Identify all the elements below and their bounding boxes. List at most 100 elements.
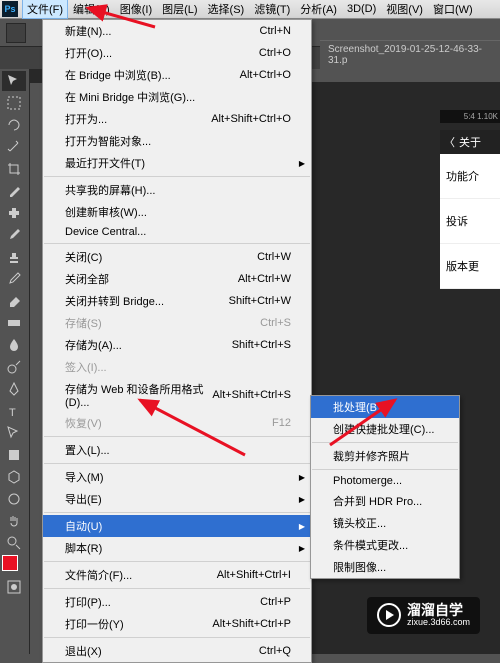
camera-tool-icon[interactable] [2, 489, 26, 509]
menu-item-label: 自动(U) [65, 518, 102, 534]
menu-item-label: 最近打开文件(T) [65, 155, 145, 171]
menu-item-14[interactable]: 关闭并转到 Bridge...Shift+Ctrl+W [43, 290, 311, 312]
svg-text:T: T [9, 407, 16, 419]
menu-item-label: 签入(I)... [65, 359, 107, 375]
menu-item-label: 关闭全部 [65, 271, 109, 287]
menu-item-9[interactable]: 创建新审核(W)... [43, 201, 311, 223]
submenu-item-label: 批处理(B)... [333, 399, 390, 415]
menu-item-18[interactable]: 存储为 Web 和设备所用格式(D)...Alt+Shift+Ctrl+S [43, 378, 311, 412]
submenu-arrow-icon: ▶ [299, 522, 305, 531]
type-tool-icon[interactable]: T [2, 401, 26, 421]
menu-item-label: 关闭并转到 Bridge... [65, 293, 164, 309]
menu-item-34[interactable]: 退出(X)Ctrl+Q [43, 640, 311, 662]
menu-item-1[interactable]: 打开(O)...Ctrl+O [43, 42, 311, 64]
submenu-item-6[interactable]: 合并到 HDR Pro... [311, 490, 459, 512]
menu-item-12[interactable]: 关闭(C)Ctrl+W [43, 246, 311, 268]
menu-item-4[interactable]: 打开为...Alt+Shift+Ctrl+O [43, 108, 311, 130]
menu-item-shortcut: Alt+Ctrl+O [240, 69, 291, 81]
heal-tool-icon[interactable] [2, 203, 26, 223]
menu-item-23[interactable]: 导入(M)▶ [43, 466, 311, 488]
menu-item-3[interactable]: 在 Mini Bridge 中浏览(G)... [43, 86, 311, 108]
menu-item-label: 脚本(R) [65, 540, 102, 556]
menu-3d[interactable]: 3D(D) [342, 1, 381, 17]
blur-tool-icon[interactable] [2, 335, 26, 355]
submenu-item-label: Photomerge... [333, 475, 402, 487]
menu-item-label: 存储为(A)... [65, 337, 122, 353]
brush-tool-icon[interactable] [2, 225, 26, 245]
menu-item-15[interactable]: 存储(S)Ctrl+S [43, 312, 311, 334]
pen-tool-icon[interactable] [2, 379, 26, 399]
menu-select[interactable]: 选择(S) [203, 0, 250, 19]
hand-tool-icon[interactable] [2, 511, 26, 531]
menu-item-label: 存储(S) [65, 315, 102, 331]
stamp-tool-icon[interactable] [2, 247, 26, 267]
menu-item-19[interactable]: 恢复(V)F12 [43, 412, 311, 434]
ps-logo: Ps [2, 1, 18, 17]
menu-window[interactable]: 窗口(W) [428, 0, 478, 19]
3d-tool-icon[interactable] [2, 467, 26, 487]
menu-item-21[interactable]: 置入(L)... [43, 439, 311, 461]
move-tool-icon[interactable] [2, 71, 26, 91]
submenu-item-1[interactable]: 创建快捷批处理(C)... [311, 418, 459, 440]
tool-preset-icon[interactable] [6, 23, 26, 43]
submenu-item-5[interactable]: Photomerge... [311, 472, 459, 490]
menu-item-0[interactable]: 新建(N)...Ctrl+N [43, 20, 311, 42]
wand-tool-icon[interactable] [2, 137, 26, 157]
dodge-tool-icon[interactable] [2, 357, 26, 377]
eyedropper-tool-icon[interactable] [2, 181, 26, 201]
phone-header[interactable]: 〈 关于 [440, 130, 500, 154]
menu-image[interactable]: 图像(I) [115, 0, 157, 19]
back-icon[interactable]: 〈 [444, 134, 455, 150]
lasso-tool-icon[interactable] [2, 115, 26, 135]
submenu-arrow-icon: ▶ [299, 544, 305, 553]
phone-item-1[interactable]: 功能介 [440, 154, 500, 199]
menu-item-label: 共享我的屏幕(H)... [65, 182, 155, 198]
submenu-item-9[interactable]: 限制图像... [311, 556, 459, 578]
menu-item-31[interactable]: 打印(P)...Ctrl+P [43, 591, 311, 613]
menu-view[interactable]: 视图(V) [381, 0, 428, 19]
gradient-tool-icon[interactable] [2, 313, 26, 333]
submenu-item-8[interactable]: 条件模式更改... [311, 534, 459, 556]
crop-tool-icon[interactable] [2, 159, 26, 179]
menu-edit[interactable]: 编辑(E) [68, 0, 115, 19]
menu-file[interactable]: 文件(F) [22, 0, 68, 19]
menu-item-27[interactable]: 脚本(R) ▶ [43, 537, 311, 559]
menu-item-26[interactable]: 自动(U) ▶ [43, 515, 311, 537]
submenu-item-0[interactable]: 批处理(B)... [311, 396, 459, 418]
watermark: 溜溜自学 zixue.3d66.com [367, 597, 480, 634]
menu-item-29[interactable]: 文件简介(F)...Alt+Shift+Ctrl+I [43, 564, 311, 586]
submenu-item-7[interactable]: 镜头校正... [311, 512, 459, 534]
menu-item-5[interactable]: 打开为智能对象... [43, 130, 311, 152]
menu-item-10[interactable]: Device Central... [43, 223, 311, 241]
shape-tool-icon[interactable] [2, 445, 26, 465]
watermark-url: zixue.3d66.com [407, 618, 470, 628]
eraser-tool-icon[interactable] [2, 291, 26, 311]
menu-item-24[interactable]: 导出(E)▶ [43, 488, 311, 510]
menu-item-shortcut: Alt+Shift+Ctrl+P [212, 618, 291, 630]
color-swatch[interactable] [2, 555, 26, 575]
menu-analysis[interactable]: 分析(A) [295, 0, 342, 19]
menu-item-13[interactable]: 关闭全部 Alt+Ctrl+W [43, 268, 311, 290]
marquee-tool-icon[interactable] [2, 93, 26, 113]
history-brush-icon[interactable] [2, 269, 26, 289]
menu-item-16[interactable]: 存储为(A)...Shift+Ctrl+S [43, 334, 311, 356]
phone-item-3[interactable]: 版本更 [440, 244, 500, 289]
menu-item-shortcut: Alt+Shift+Ctrl+S [212, 389, 291, 401]
menu-layer[interactable]: 图层(L) [157, 0, 202, 19]
menu-item-17[interactable]: 签入(I)... [43, 356, 311, 378]
menu-item-shortcut: F12 [272, 417, 291, 429]
quick-mask-icon[interactable] [2, 577, 26, 597]
submenu-item-3[interactable]: 裁剪并修齐照片 [311, 445, 459, 467]
menu-item-6[interactable]: 最近打开文件(T)▶ [43, 152, 311, 174]
zoom-tool-icon[interactable] [2, 533, 26, 553]
menu-item-label: 导入(M) [65, 469, 104, 485]
menu-item-2[interactable]: 在 Bridge 中浏览(B)...Alt+Ctrl+O [43, 64, 311, 86]
path-tool-icon[interactable] [2, 423, 26, 443]
menu-item-label: 打开(O)... [65, 45, 112, 61]
document-tab[interactable]: Screenshot_2019-01-25-12-46-33-31.p [320, 40, 500, 69]
menu-item-8[interactable]: 共享我的屏幕(H)... [43, 179, 311, 201]
menu-item-shortcut: Alt+Ctrl+W [238, 273, 291, 285]
phone-item-2[interactable]: 投诉 [440, 199, 500, 244]
menu-filter[interactable]: 滤镜(T) [249, 0, 295, 19]
menu-item-32[interactable]: 打印一份(Y)Alt+Shift+Ctrl+P [43, 613, 311, 635]
